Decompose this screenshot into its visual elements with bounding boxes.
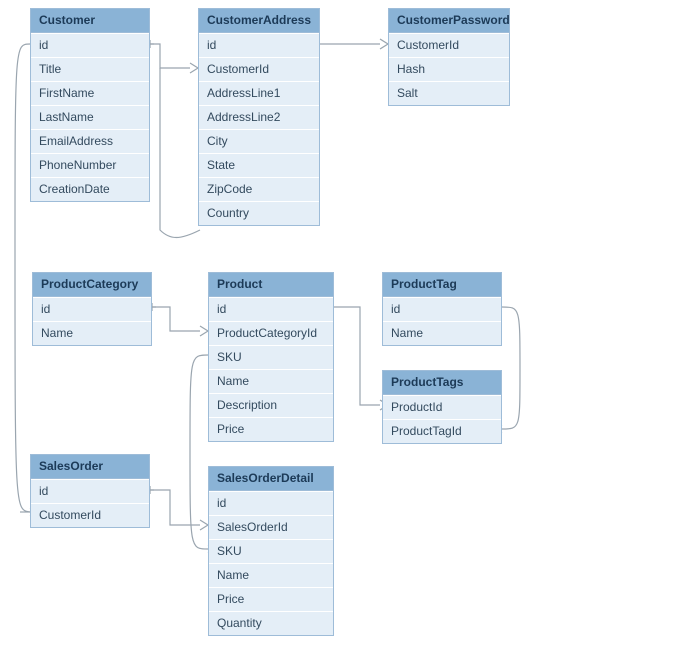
entity-header: ProductCategory [33,273,151,297]
entity-customer-address: CustomerAddress id CustomerId AddressLin… [198,8,320,226]
entity-field: Name [383,321,501,345]
entity-field: id [199,33,319,57]
entity-field: Hash [389,57,509,81]
entity-field: id [33,297,151,321]
entity-field: id [209,297,333,321]
entity-field: Price [209,587,333,611]
entity-field: CustomerId [31,503,149,527]
entity-field: SKU [209,539,333,563]
entity-sales-order: SalesOrder id CustomerId [30,454,150,528]
entity-field: CreationDate [31,177,149,201]
entity-field: id [31,33,149,57]
entity-field: Name [209,563,333,587]
entity-customer-password: CustomerPassword CustomerId Hash Salt [388,8,510,106]
entity-header: ProductTag [383,273,501,297]
entity-field: ProductId [383,395,501,419]
entity-header: SalesOrder [31,455,149,479]
entity-sales-order-detail: SalesOrderDetail id SalesOrderId SKU Nam… [208,466,334,636]
entity-field: ZipCode [199,177,319,201]
entity-field: id [383,297,501,321]
entity-product-tag: ProductTag id Name [382,272,502,346]
entity-field: SKU [209,345,333,369]
entity-product-tags: ProductTags ProductId ProductTagId [382,370,502,444]
entity-field: Country [199,201,319,225]
entity-field: id [209,491,333,515]
entity-field: EmailAddress [31,129,149,153]
entity-field: AddressLine1 [199,81,319,105]
entity-field: Name [33,321,151,345]
entity-field: Name [209,369,333,393]
entity-field: CustomerId [199,57,319,81]
entity-header: ProductTags [383,371,501,395]
entity-header: CustomerPassword [389,9,509,33]
entity-field: Salt [389,81,509,105]
entity-header: Customer [31,9,149,33]
entity-field: Quantity [209,611,333,635]
entity-field: CustomerId [389,33,509,57]
entity-field: ProductCategoryId [209,321,333,345]
entity-field: id [31,479,149,503]
entity-field: PhoneNumber [31,153,149,177]
entity-field: Title [31,57,149,81]
entity-field: City [199,129,319,153]
entity-field: FirstName [31,81,149,105]
entity-header: SalesOrderDetail [209,467,333,491]
entity-field: SalesOrderId [209,515,333,539]
entity-field: AddressLine2 [199,105,319,129]
entity-customer: Customer id Title FirstName LastName Ema… [30,8,150,202]
entity-product: Product id ProductCategoryId SKU Name De… [208,272,334,442]
entity-field: State [199,153,319,177]
entity-field: Price [209,417,333,441]
entity-header: CustomerAddress [199,9,319,33]
entity-field: ProductTagId [383,419,501,443]
entity-header: Product [209,273,333,297]
entity-field: Description [209,393,333,417]
entity-field: LastName [31,105,149,129]
entity-product-category: ProductCategory id Name [32,272,152,346]
